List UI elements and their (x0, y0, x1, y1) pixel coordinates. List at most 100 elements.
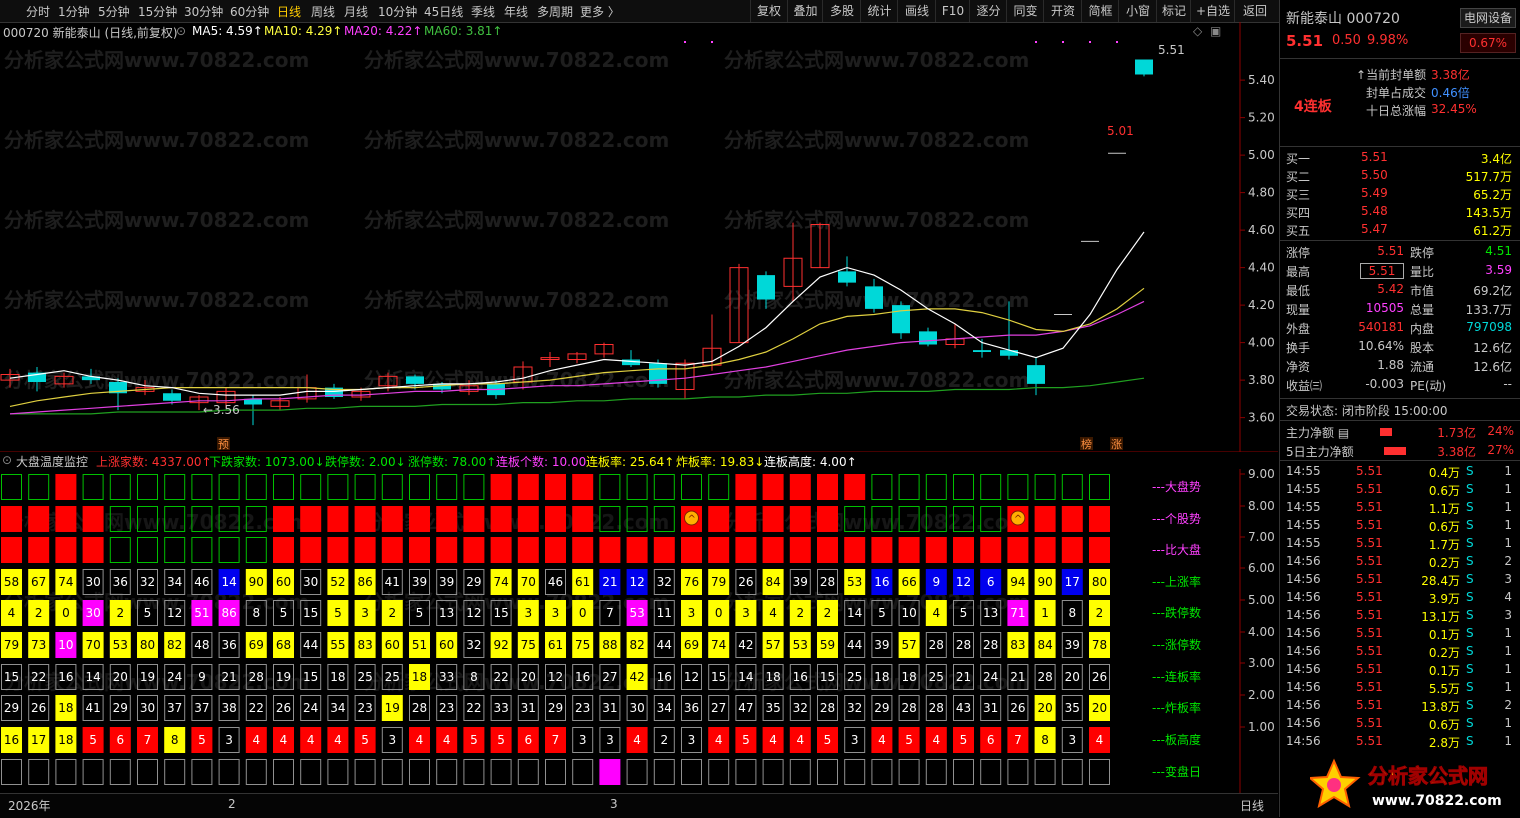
bidapan-cell[interactable] (164, 537, 186, 563)
dapan-cell[interactable] (653, 474, 675, 500)
biandan-cell[interactable] (681, 759, 702, 785)
shangzhang-cell[interactable]: 74 (490, 569, 512, 595)
bidapan-cell[interactable] (300, 537, 322, 563)
dapan-cell[interactable] (1007, 474, 1029, 500)
banggao-cell[interactable]: 3 (844, 727, 866, 753)
dapan-cell[interactable] (762, 474, 784, 500)
zhaban-cell[interactable]: 34 (327, 695, 349, 721)
gegu-cell[interactable] (82, 506, 104, 532)
gegu-cell[interactable] (409, 506, 430, 532)
bidapan-cell[interactable] (735, 537, 757, 563)
dapan-cell[interactable] (245, 474, 267, 500)
bidapan-cell[interactable] (653, 537, 675, 563)
banggao-cell[interactable]: 5 (490, 727, 512, 753)
zhaban-cell[interactable]: 28 (925, 695, 947, 721)
candle[interactable] (945, 323, 965, 349)
candle[interactable] (1027, 357, 1045, 396)
bidapan-cell[interactable] (109, 537, 131, 563)
banggao-cell[interactable]: 5 (898, 727, 920, 753)
zhaban-cell[interactable]: 31 (980, 695, 1002, 721)
shangzhang-cell[interactable]: 80 (1089, 569, 1110, 595)
zhangting-cell[interactable]: 75 (572, 632, 594, 658)
gegu-cell[interactable] (545, 506, 566, 532)
shangzhang-cell[interactable]: 17 (1061, 569, 1083, 595)
dapan-cell[interactable] (109, 474, 131, 500)
biandan-cell[interactable] (273, 759, 294, 785)
dieting-cell[interactable]: 2 (28, 600, 50, 626)
lianban-cell[interactable]: 26 (1089, 664, 1110, 690)
dapan-cell[interactable] (517, 474, 539, 500)
gegu-cell[interactable] (490, 506, 512, 532)
zhaban-cell[interactable]: 33 (490, 695, 512, 721)
biandan-cell[interactable] (191, 759, 213, 785)
bidapan-cell[interactable] (599, 537, 621, 563)
shangzhang-cell[interactable]: 94 (1007, 569, 1029, 595)
shangzhang-cell[interactable]: 60 (273, 569, 294, 595)
period-8[interactable]: 月线 (344, 3, 368, 20)
banggao-cell[interactable]: 5 (82, 727, 104, 753)
period-11[interactable]: 季线 (471, 3, 495, 20)
gegu-cell[interactable] (354, 506, 376, 532)
bidapan-cell[interactable] (925, 537, 947, 563)
gegu-cell[interactable] (436, 506, 458, 532)
biandan-cell[interactable] (1007, 759, 1029, 785)
banggao-cell[interactable]: 7 (545, 727, 566, 753)
zhaban-cell[interactable]: 29 (109, 695, 131, 721)
bidapan-cell[interactable] (1061, 537, 1083, 563)
dapan-cell[interactable] (273, 474, 294, 500)
dapan-cell[interactable] (898, 474, 920, 500)
banggao-cell[interactable]: 7 (1007, 727, 1029, 753)
candle[interactable] (567, 352, 587, 364)
zhaban-cell[interactable]: 32 (789, 695, 811, 721)
shangzhang-cell[interactable]: 58 (1, 569, 22, 595)
biandan-cell[interactable] (490, 759, 512, 785)
bidapan-cell[interactable] (218, 537, 240, 563)
biandan-cell[interactable] (653, 759, 675, 785)
bidapan-cell[interactable] (463, 537, 485, 563)
candle[interactable] (622, 350, 640, 367)
zhaban-cell[interactable]: 29 (871, 695, 893, 721)
bidapan-cell[interactable] (1089, 537, 1110, 563)
gegu-cell[interactable] (572, 506, 594, 532)
dieting-cell[interactable]: 3 (517, 600, 539, 626)
gegu-cell[interactable] (327, 506, 349, 532)
zhaban-cell[interactable]: 20 (1089, 695, 1110, 721)
biandan-cell[interactable] (980, 759, 1002, 785)
tool-1[interactable]: 叠加 (787, 0, 823, 22)
zhangting-cell[interactable]: 51 (409, 632, 430, 658)
dapan-cell[interactable] (218, 474, 240, 500)
bidapan-cell[interactable] (545, 537, 566, 563)
banggao-cell[interactable]: 4 (436, 727, 458, 753)
zhangting-cell[interactable]: 78 (1089, 632, 1110, 658)
tool-8[interactable]: 开资 (1043, 0, 1082, 22)
banggao-cell[interactable]: 7 (137, 727, 158, 753)
bidapan-cell[interactable] (409, 537, 430, 563)
zhangting-cell[interactable]: 68 (273, 632, 294, 658)
shangzhang-cell[interactable]: 6 (980, 569, 1002, 595)
banggao-cell[interactable]: 4 (789, 727, 811, 753)
period-14[interactable]: 更多 〉 (580, 3, 620, 20)
period-1[interactable]: 1分钟 (58, 3, 90, 20)
gegu-cell[interactable]: ^ (681, 506, 702, 532)
bidapan-cell[interactable] (82, 537, 104, 563)
lianban-cell[interactable]: 18 (409, 664, 430, 690)
banggao-cell[interactable]: 5 (735, 727, 757, 753)
candle[interactable] (919, 327, 937, 347)
zhaban-cell[interactable]: 34 (653, 695, 675, 721)
zhaban-cell[interactable]: 20 (1034, 695, 1056, 721)
biandan-cell[interactable] (708, 759, 730, 785)
biandan-cell[interactable] (463, 759, 485, 785)
bidapan-cell[interactable] (273, 537, 294, 563)
zhaban-cell[interactable]: 31 (599, 695, 621, 721)
period-5[interactable]: 60分钟 (230, 3, 269, 20)
zhaban-cell[interactable]: 22 (245, 695, 267, 721)
period-12[interactable]: 年线 (504, 3, 528, 20)
biandan-cell[interactable] (1061, 759, 1083, 785)
zhaban-cell[interactable]: 19 (381, 695, 403, 721)
bidapan-cell[interactable] (327, 537, 349, 563)
bidapan-cell[interactable] (191, 537, 213, 563)
period-9[interactable]: 10分钟 (378, 3, 417, 20)
dieting-cell[interactable]: 3 (681, 600, 702, 626)
banggao-cell[interactable]: 8 (164, 727, 186, 753)
zhangting-cell[interactable]: 44 (300, 632, 322, 658)
